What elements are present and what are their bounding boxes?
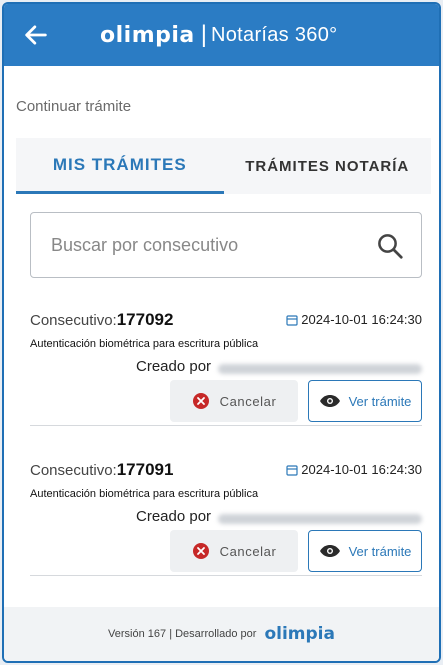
brand-separator: | bbox=[200, 21, 207, 48]
consecutivo-label: Consecutivo: bbox=[30, 462, 117, 479]
consecutivo: Consecutivo:177092 bbox=[30, 310, 173, 330]
cancel-label: Cancelar bbox=[219, 543, 277, 559]
calendar-icon bbox=[286, 464, 298, 476]
app-frame: OLIMPIA | Notarías 360° Continuar trámit… bbox=[2, 2, 441, 663]
search-input[interactable] bbox=[51, 234, 371, 256]
creator-name-redacted bbox=[218, 514, 422, 524]
consecutivo-label: Consecutivo: bbox=[30, 312, 117, 329]
tab-tramites-notaria[interactable]: TRÁMITES NOTARÍA bbox=[224, 138, 432, 194]
creado-por-label: Creado por bbox=[136, 358, 212, 375]
eye-icon bbox=[319, 395, 340, 407]
cancel-button[interactable]: Cancelar bbox=[170, 380, 298, 422]
view-button[interactable]: Ver trámite bbox=[308, 530, 422, 572]
cancel-x-icon bbox=[192, 393, 209, 409]
brand-logo: OLIMPIA bbox=[100, 22, 195, 48]
view-label: Ver trámite bbox=[348, 393, 412, 409]
view-label: Ver trámite bbox=[348, 543, 412, 559]
calendar-icon bbox=[286, 314, 298, 326]
date-value: 2024-10-01 16:24:30 bbox=[301, 462, 422, 477]
brand-subtitle: Notarías 360° bbox=[211, 23, 338, 46]
app-header: OLIMPIA | Notarías 360° bbox=[4, 4, 439, 66]
creator-name-redacted bbox=[218, 364, 422, 374]
list-item: Consecutivo:177091 2024-10-01 16:24:30 A… bbox=[30, 454, 422, 576]
eye-icon bbox=[319, 545, 340, 557]
brand: OLIMPIA | Notarías 360° bbox=[100, 21, 337, 49]
search-icon[interactable] bbox=[375, 231, 405, 261]
tab-bar: MIS TRÁMITES TRÁMITES NOTARÍA bbox=[16, 138, 431, 194]
list-item: Consecutivo:177092 2024-10-01 16:24:30 A… bbox=[30, 304, 422, 426]
consecutivo: Consecutivo:177091 bbox=[30, 460, 173, 480]
consecutivo-value: 177091 bbox=[116, 460, 174, 479]
creado-por-label: Creado por bbox=[136, 508, 212, 525]
view-button[interactable]: Ver trámite bbox=[308, 380, 422, 422]
date: 2024-10-01 16:24:30 bbox=[286, 312, 422, 327]
footer-text: Versión 167 | Desarrollado por bbox=[108, 628, 257, 640]
consecutivo-value: 177092 bbox=[116, 310, 174, 329]
description: Autenticación biométrica para escritura … bbox=[30, 488, 259, 500]
date: 2024-10-01 16:24:30 bbox=[286, 462, 422, 477]
cancel-label: Cancelar bbox=[219, 393, 277, 409]
cancel-x-icon bbox=[192, 543, 209, 559]
description: Autenticación biométrica para escritura … bbox=[30, 338, 259, 350]
footer-logo: OLIMPIA bbox=[264, 624, 335, 644]
arrow-left-icon[interactable] bbox=[22, 21, 50, 49]
footer: Versión 167 | Desarrollado por OLIMPIA bbox=[4, 607, 439, 661]
section-title: Continuar trámite bbox=[16, 98, 132, 115]
tab-mis-tramites[interactable]: MIS TRÁMITES bbox=[16, 138, 224, 194]
date-value: 2024-10-01 16:24:30 bbox=[301, 312, 422, 327]
search-box bbox=[30, 212, 422, 278]
cancel-button[interactable]: Cancelar bbox=[170, 530, 298, 572]
